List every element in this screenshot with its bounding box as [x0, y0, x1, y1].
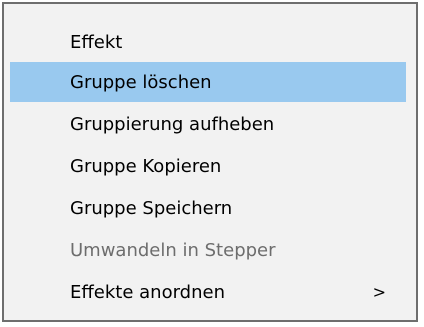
- menu-item-label: Effekte anordnen: [70, 281, 225, 303]
- menu-item-gruppe-kopieren[interactable]: Gruppe Kopieren: [10, 146, 406, 186]
- submenu-arrow-icon: >: [372, 282, 386, 302]
- menu-item-gruppierung-aufheben[interactable]: Gruppierung aufheben: [10, 104, 406, 144]
- menu-item-umwandeln-in-stepper: Umwandeln in Stepper: [10, 230, 406, 270]
- menu-item-label: Gruppe löschen: [70, 71, 212, 93]
- menu-item-gruppe-speichern[interactable]: Gruppe Speichern: [10, 188, 406, 228]
- menu-item-effekte-anordnen[interactable]: Effekte anordnen >: [10, 272, 406, 312]
- context-menu: Effekt Gruppe löschen Gruppierung aufheb…: [2, 2, 418, 322]
- menu-item-label: Effekt: [70, 31, 123, 53]
- menu-item-label: Umwandeln in Stepper: [70, 239, 276, 261]
- menu-item-label: Gruppe Speichern: [70, 197, 233, 219]
- menu-item-effekt[interactable]: Effekt: [10, 22, 406, 62]
- menu-item-gruppe-loeschen[interactable]: Gruppe löschen: [10, 62, 406, 102]
- menu-item-label: Gruppierung aufheben: [70, 113, 275, 135]
- menu-item-label: Gruppe Kopieren: [70, 155, 222, 177]
